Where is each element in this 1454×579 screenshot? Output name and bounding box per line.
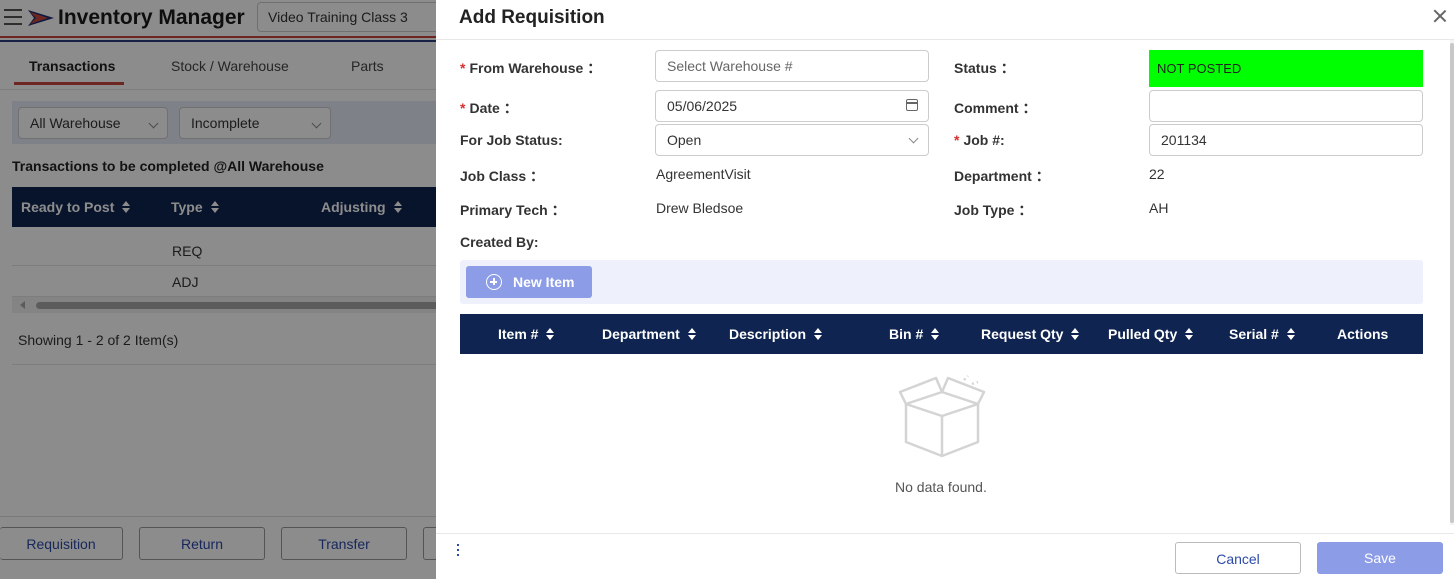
col-department[interactable]: Department: [602, 326, 696, 342]
department-value: 22: [1149, 166, 1165, 182]
label-text: Job Class: [460, 168, 527, 184]
col-label: Description: [729, 326, 807, 342]
job-class-value: AgreementVisit: [656, 166, 751, 182]
comment-label: Comment ：: [954, 98, 1036, 118]
colon: ：: [551, 202, 566, 218]
col-label: Bin #: [889, 326, 924, 342]
sort-icon[interactable]: [1185, 328, 1194, 340]
required-mark: *: [460, 100, 466, 116]
colon: ：: [1035, 168, 1050, 184]
date-value: 05/06/2025: [667, 98, 738, 114]
drawer-title: Add Requisition: [459, 7, 605, 28]
label-text: Job #:: [963, 132, 1005, 148]
job-status-label: For Job Status:: [460, 132, 563, 148]
col-label: Item #: [498, 326, 539, 342]
label-text: Status: [954, 60, 997, 76]
items-grid-header: Item # Department Description Bin # Requ…: [460, 314, 1423, 354]
col-label: Pulled Qty: [1108, 326, 1178, 342]
sort-icon[interactable]: [1071, 328, 1080, 340]
colon: ：: [1000, 60, 1015, 76]
col-pulled-qty[interactable]: Pulled Qty: [1108, 326, 1194, 342]
more-dots-icon[interactable]: [457, 544, 460, 558]
sort-icon[interactable]: [546, 328, 555, 340]
chevron-down-icon: [908, 133, 919, 144]
label-text: Job Type: [954, 202, 1015, 218]
sort-icon[interactable]: [931, 328, 940, 340]
col-request-qty[interactable]: Request Qty: [981, 326, 1080, 342]
empty-box-icon: [898, 375, 986, 458]
colon: ：: [503, 100, 518, 116]
col-item-number[interactable]: Item #: [498, 326, 555, 342]
empty-state-text: No data found.: [895, 479, 987, 495]
label-text: Department: [954, 168, 1032, 184]
comment-field[interactable]: [1149, 90, 1423, 122]
colon: ：: [1022, 100, 1037, 116]
job-class-label: Job Class ：: [460, 166, 544, 186]
col-description[interactable]: Description: [729, 326, 823, 342]
from-warehouse-select[interactable]: Select Warehouse #: [655, 50, 929, 82]
label-text: Comment: [954, 100, 1019, 116]
job-status-value: Open: [667, 132, 702, 148]
col-label: Serial #: [1229, 326, 1279, 342]
cancel-button[interactable]: Cancel: [1175, 542, 1301, 574]
job-type-label: Job Type ：: [954, 200, 1032, 220]
colon: ：: [587, 60, 602, 76]
sort-icon[interactable]: [687, 328, 696, 340]
primary-tech-value: Drew Bledsoe: [656, 200, 744, 216]
status-badge: NOT POSTED: [1149, 50, 1423, 87]
col-bin-number[interactable]: Bin #: [889, 326, 940, 342]
job-number-label: * Job #:: [954, 132, 1005, 148]
col-actions: Actions: [1337, 326, 1389, 342]
colon: ：: [530, 168, 545, 184]
save-button[interactable]: Save: [1317, 542, 1443, 574]
divider: [436, 533, 1454, 534]
primary-tech-label: Primary Tech ：: [460, 200, 566, 220]
col-serial-number[interactable]: Serial #: [1229, 326, 1295, 342]
job-type-value: AH: [1149, 200, 1169, 216]
new-item-button[interactable]: New Item: [466, 266, 592, 298]
label-text: From Warehouse: [469, 60, 584, 76]
colon: ：: [1018, 202, 1033, 218]
sort-icon[interactable]: [1286, 328, 1295, 340]
items-toolbar: New Item: [460, 260, 1423, 304]
add-requisition-drawer: Add Requisition * From Warehouse ： Select…: [436, 0, 1454, 579]
required-mark: *: [460, 60, 466, 76]
date-field[interactable]: 05/06/2025: [655, 90, 929, 122]
col-label: Department: [602, 326, 680, 342]
label-text: Primary Tech: [460, 202, 548, 218]
date-label: * Date ：: [460, 98, 518, 118]
label-text: Date: [469, 100, 500, 116]
created-by-label: Created By:: [460, 234, 539, 250]
job-status-select[interactable]: Open: [655, 124, 929, 156]
new-item-label: New Item: [513, 274, 575, 290]
required-mark: *: [954, 132, 960, 148]
plus-circle-icon: [486, 274, 502, 290]
sort-icon[interactable]: [814, 328, 823, 340]
department-label: Department ：: [954, 166, 1050, 186]
status-label: Status ：: [954, 58, 1015, 78]
divider: [436, 39, 1454, 40]
col-label: Request Qty: [981, 326, 1064, 342]
calendar-icon[interactable]: [906, 99, 918, 111]
job-number-field[interactable]: 201134: [1149, 124, 1423, 156]
from-warehouse-label: * From Warehouse ：: [460, 58, 601, 78]
vertical-scrollbar[interactable]: [1450, 40, 1454, 525]
close-icon[interactable]: [1433, 9, 1447, 23]
